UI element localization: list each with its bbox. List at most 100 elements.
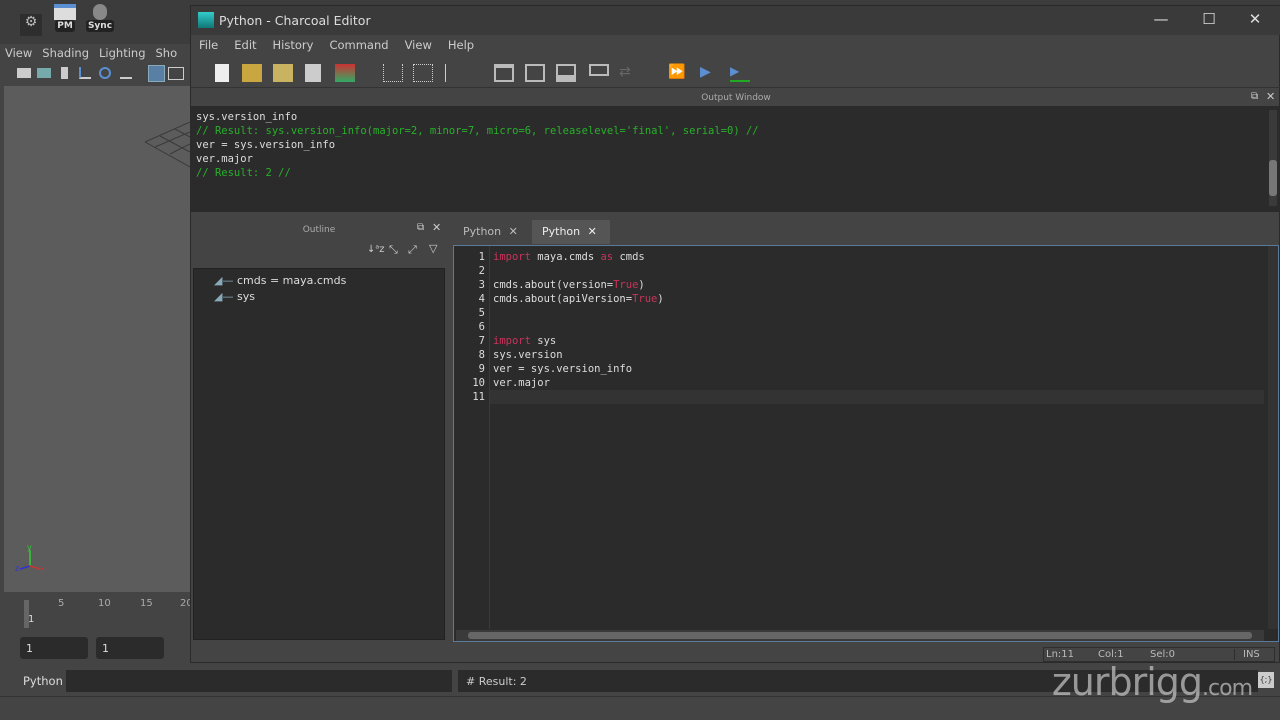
swap-icon[interactable]: ⇄: [619, 64, 639, 82]
save-to-shelf-icon[interactable]: [335, 64, 355, 82]
code-editor[interactable]: 1 2 3 4 5 6 7 8 9 10 11 import maya.cmds as cmds cm…: [453, 245, 1279, 642]
output-window-header: Output Window: [701, 93, 771, 103]
menu-edit[interactable]: Edit: [226, 35, 264, 52]
vertical-scrollbar[interactable]: [1268, 246, 1278, 629]
maximize-button[interactable]: ☐: [1195, 10, 1223, 30]
code-line[interactable]: ver.major: [490, 376, 1264, 390]
code-line[interactable]: import sys: [490, 334, 1264, 348]
code-line[interactable]: sys.version: [490, 348, 1264, 362]
code-line[interactable]: [490, 306, 1264, 320]
watermark-logo: zurbrigg.com: [1051, 660, 1253, 704]
keyword-token: import: [493, 251, 531, 263]
code-line[interactable]: [490, 390, 1264, 404]
viewport-menu-show[interactable]: Sho: [156, 46, 178, 60]
code-line[interactable]: cmds.about(apiVersion=True): [490, 292, 1264, 306]
float-icon[interactable]: ⧉: [1251, 91, 1258, 102]
output-window[interactable]: sys.version_info // Result: sys.version_…: [191, 106, 1279, 212]
new-file-icon[interactable]: [215, 64, 229, 82]
film-gate-icon[interactable]: [168, 67, 184, 80]
code-line[interactable]: ver = sys.version_info: [490, 362, 1264, 376]
line-number: 9: [478, 363, 485, 375]
viewport-menu-lighting[interactable]: Lighting: [99, 46, 145, 60]
viewport-menu: View Shading Lighting Sho: [5, 46, 190, 64]
command-language-label[interactable]: Python: [23, 674, 63, 688]
minimize-button[interactable]: —: [1147, 10, 1175, 30]
execute-icon[interactable]: ▶: [700, 64, 720, 82]
execute-line-icon[interactable]: ▶: [730, 64, 750, 82]
camera-attributes-icon[interactable]: [37, 68, 51, 78]
collapse-all-icon[interactable]: ⤡: [389, 243, 398, 257]
close-button[interactable]: ✕: [1241, 10, 1269, 30]
range-end-field[interactable]: 1: [96, 637, 164, 659]
echo-commands-icon[interactable]: [589, 64, 609, 76]
line-number: 6: [478, 321, 485, 333]
show-history-only-icon[interactable]: [494, 64, 514, 82]
code-body[interactable]: import maya.cmds as cmds cmds.about(versi…: [490, 250, 1264, 404]
close-tab-icon[interactable]: ✕: [588, 225, 597, 238]
camera-icon[interactable]: [17, 68, 31, 78]
image-plane-icon[interactable]: [79, 67, 91, 79]
menu-history[interactable]: History: [265, 35, 322, 52]
line-number: 5: [478, 307, 485, 319]
script-editor-icon[interactable]: {;}: [1258, 672, 1274, 688]
status-line: Ln:11: [1046, 649, 1075, 660]
clear-input-icon[interactable]: [413, 64, 433, 82]
execute-all-icon[interactable]: ⏩: [668, 64, 688, 82]
code-line[interactable]: import maya.cmds as cmds: [490, 250, 1264, 264]
variable-icon: ◢—: [214, 274, 237, 287]
script-tabs: Python ✕ Python ✕: [453, 218, 1279, 244]
tick-label: 15: [140, 598, 153, 609]
float-icon[interactable]: ⧉: [417, 222, 424, 233]
code-line[interactable]: [490, 264, 1264, 278]
code-line[interactable]: cmds.about(version=True): [490, 278, 1264, 292]
code-token: cmds.about(apiVersion=: [493, 293, 633, 305]
horizontal-scrollbar[interactable]: [456, 630, 1264, 641]
range-start-field[interactable]: 1: [20, 637, 88, 659]
bookmark-icon[interactable]: [61, 67, 68, 79]
grease-pencil-icon[interactable]: [120, 67, 132, 79]
viewport[interactable]: y z x: [4, 86, 190, 592]
menu-view[interactable]: View: [397, 35, 440, 52]
expand-all-icon[interactable]: ⤢: [408, 243, 417, 257]
command-input[interactable]: [66, 670, 452, 692]
tab-python-1[interactable]: Python ✕: [453, 220, 531, 244]
viewport-menu-view[interactable]: View: [5, 46, 32, 60]
show-input-only-icon[interactable]: [525, 64, 545, 82]
code-line[interactable]: [490, 320, 1264, 334]
clear-all-icon[interactable]: [445, 64, 465, 82]
title-bar[interactable]: Python - Charcoal Editor — ☐ ✕: [191, 6, 1280, 35]
2d-pan-zoom-icon[interactable]: [99, 67, 111, 79]
sort-az-icon[interactable]: ↓ᵃz: [367, 244, 385, 255]
axis-indicator-icon: y z x: [15, 543, 45, 573]
options-dropdown-icon[interactable]: ▽: [429, 242, 437, 255]
close-panel-icon[interactable]: ✕: [1266, 90, 1275, 103]
list-item[interactable]: ◢— cmds = maya.cmds: [214, 274, 346, 287]
output-line: sys.version_info: [196, 111, 298, 123]
source-script-icon[interactable]: [273, 64, 293, 82]
show-both-icon[interactable]: [556, 64, 576, 82]
menu-command[interactable]: Command: [321, 35, 396, 52]
viewport-menu-shading[interactable]: Shading: [42, 46, 89, 60]
shelf-button-sync[interactable]: Sync: [84, 4, 116, 34]
close-panel-icon[interactable]: ✕: [432, 221, 441, 234]
save-icon[interactable]: [305, 64, 321, 82]
status-column: Col:1: [1098, 649, 1124, 660]
output-scrollbar[interactable]: [1269, 110, 1277, 206]
tab-python-2[interactable]: Python ✕: [532, 220, 610, 244]
code-token: ver.major: [493, 377, 550, 389]
output-line: ver = sys.version_info: [196, 139, 336, 151]
svg-text:y: y: [27, 543, 32, 552]
menu-help[interactable]: Help: [440, 35, 482, 52]
open-folder-icon[interactable]: [242, 64, 262, 82]
time-slider[interactable]: 1 5 10 15 20: [4, 594, 193, 630]
close-tab-icon[interactable]: ✕: [509, 225, 518, 238]
svg-text:x: x: [40, 564, 45, 573]
list-item[interactable]: ◢— sys: [214, 290, 255, 303]
gear-icon[interactable]: ⚙: [20, 14, 42, 36]
menu-file[interactable]: File: [191, 35, 226, 52]
grid-icon[interactable]: [148, 65, 165, 82]
clear-history-icon[interactable]: [383, 64, 403, 82]
shelf-button-pm[interactable]: PM: [49, 4, 81, 34]
keyword-token: import: [493, 335, 531, 347]
output-line: ver.major: [196, 153, 253, 165]
